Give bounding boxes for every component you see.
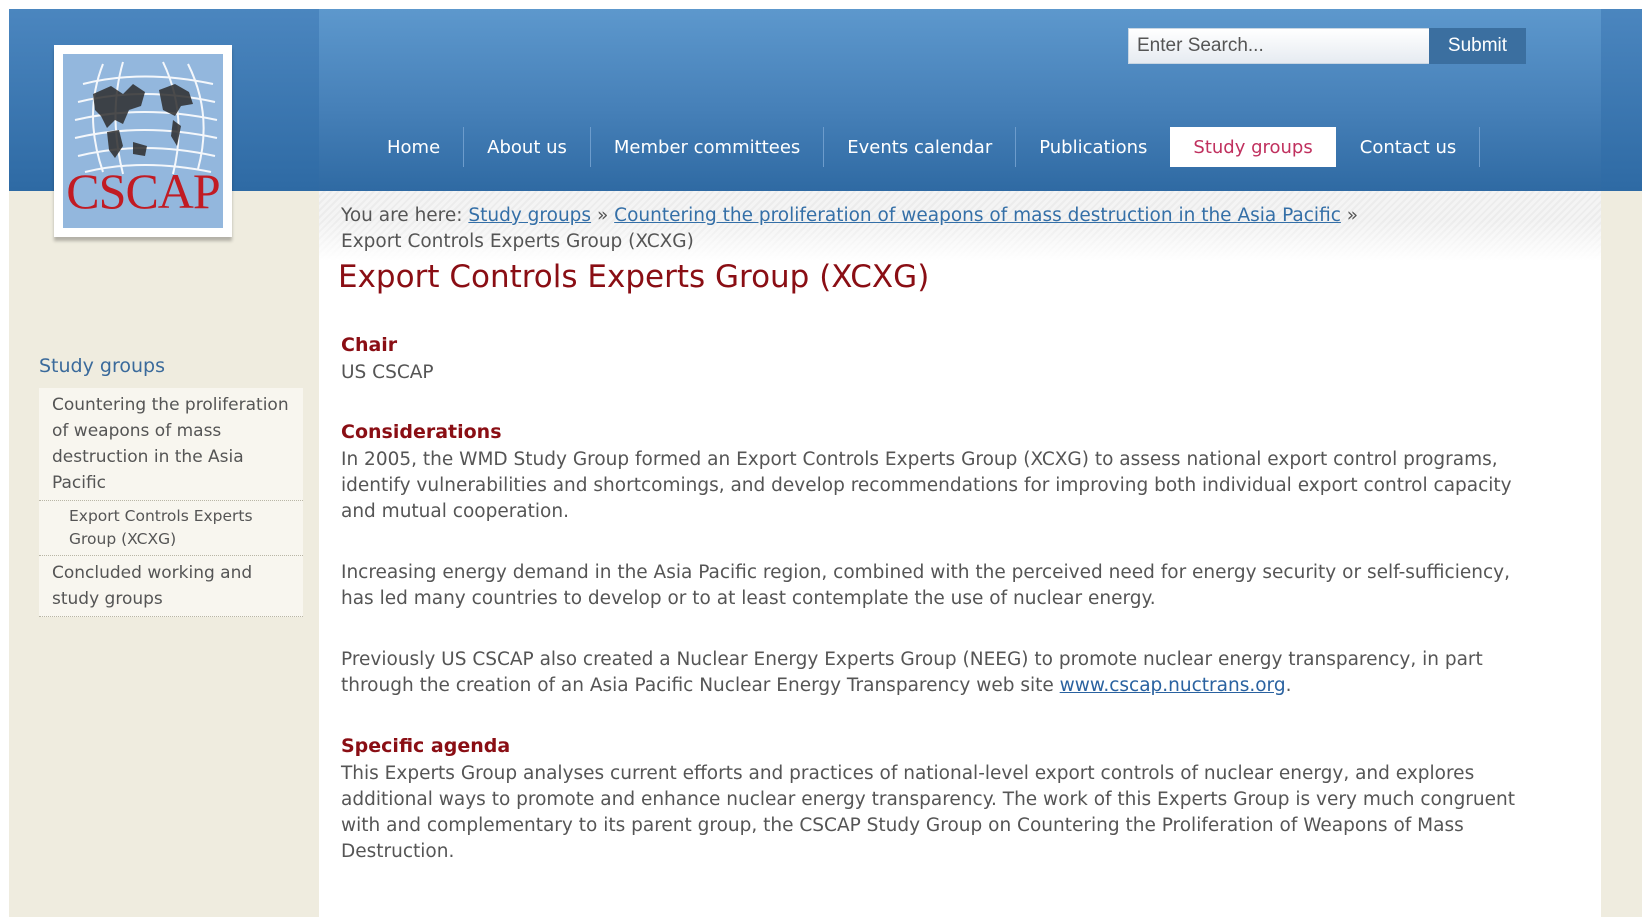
nuctrans-link[interactable]: www.cscap.nuctrans.org — [1060, 675, 1286, 696]
breadcrumb-separator: » — [1346, 205, 1359, 226]
sidebar-item-concluded-groups[interactable]: Concluded working and study groups — [39, 556, 303, 617]
nav-member-committees[interactable]: Member committees — [591, 127, 825, 167]
breadcrumb-separator: » — [596, 205, 609, 226]
considerations-paragraph-1: In 2005, the WMD Study Group formed an E… — [341, 449, 1512, 522]
breadcrumb: You are here: Study groups » Countering … — [341, 203, 1521, 255]
sidebar-title: Study groups — [39, 355, 165, 377]
considerations-paragraph-3-end: . — [1285, 675, 1292, 696]
breadcrumb-link-study-groups[interactable]: Study groups — [468, 205, 591, 226]
agenda-paragraph: This Experts Group analyses current effo… — [341, 763, 1516, 862]
sidebar-nav: Countering the proliferation of weapons … — [39, 388, 303, 617]
chair-value: US CSCAP — [341, 362, 434, 383]
nav-about-us[interactable]: About us — [464, 127, 591, 167]
nav-events-calendar[interactable]: Events calendar — [824, 127, 1017, 167]
page-title: Export Controls Experts Group (XCXG) — [338, 259, 930, 295]
considerations-heading: Considerations — [341, 421, 502, 443]
considerations-paragraph-3: Previously US CSCAP also created a Nucle… — [341, 647, 1531, 699]
header-right-strip — [1601, 9, 1642, 191]
considerations-paragraph-2: Increasing energy demand in the Asia Pac… — [341, 562, 1510, 609]
nav-contact-us[interactable]: Contact us — [1337, 127, 1481, 167]
breadcrumb-current: Export Controls Experts Group (XCXG) — [341, 231, 694, 252]
logo-emblem: CSCAP — [63, 54, 223, 228]
agenda-heading: Specific agenda — [341, 735, 511, 757]
breadcrumb-link-countering-wmd[interactable]: Countering the proliferation of weapons … — [614, 205, 1341, 226]
main-nav: Home About us Member committees Events c… — [364, 127, 1481, 167]
search-input[interactable] — [1128, 28, 1442, 64]
chair-heading: Chair — [341, 334, 398, 356]
logo-text: CSCAP — [66, 163, 220, 219]
cscap-logo[interactable]: CSCAP — [54, 45, 232, 237]
page-frame: Submit Home About us Member committees E… — [9, 9, 1642, 917]
considerations-paragraph-3-text: Previously US CSCAP also created a Nucle… — [341, 649, 1483, 696]
sidebar-item-xcxg[interactable]: Export Controls Experts Group (XCXG) — [39, 501, 303, 556]
nav-publications[interactable]: Publications — [1016, 127, 1170, 167]
nav-study-groups[interactable]: Study groups — [1170, 127, 1336, 167]
sidebar-item-countering-wmd[interactable]: Countering the proliferation of weapons … — [39, 388, 303, 501]
main-content: You are here: Study groups » Countering … — [319, 191, 1601, 917]
nav-home[interactable]: Home — [364, 127, 465, 167]
breadcrumb-prefix: You are here: — [341, 205, 463, 226]
search-submit-button[interactable]: Submit — [1429, 28, 1526, 64]
